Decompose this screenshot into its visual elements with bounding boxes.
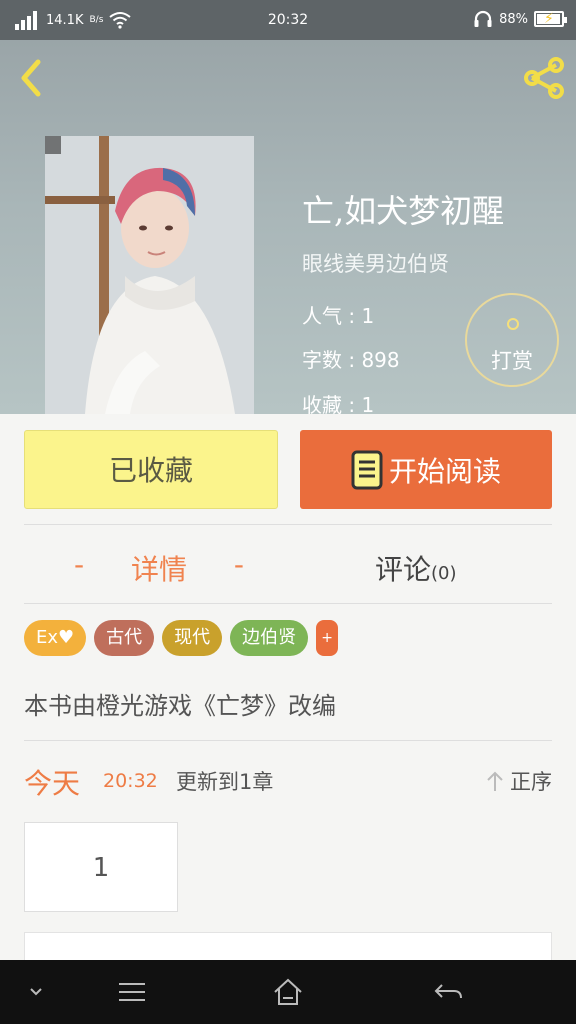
tab-comments-label: 评论 xyxy=(375,553,432,586)
start-reading-label: 开始阅读 xyxy=(388,454,501,488)
divider xyxy=(24,524,552,525)
comments-count: (0) xyxy=(431,563,457,584)
arrow-up-icon xyxy=(487,771,503,791)
divider xyxy=(24,740,552,741)
tag-item[interactable]: 古代 xyxy=(94,620,155,656)
book-description: 本书由橙光游戏《亡梦》改编 xyxy=(24,692,336,720)
divider xyxy=(24,603,552,604)
book-author[interactable]: 眼线美男边伯贤 xyxy=(302,248,449,278)
chapter-item[interactable]: 1 xyxy=(24,822,178,912)
popularity-stat: 人气 : 1 xyxy=(302,304,375,328)
menu-icon xyxy=(119,983,145,1001)
tag-item[interactable]: 现代 xyxy=(162,620,223,656)
tab-dash-left: - xyxy=(74,548,85,581)
nav-collapse-button[interactable] xyxy=(16,976,56,1008)
sort-order-button[interactable]: 正序 xyxy=(486,766,552,796)
back-button[interactable] xyxy=(12,56,52,100)
update-time: 20:32 xyxy=(103,770,158,792)
book-header: 亡,如犬梦初醒 眼线美男边伯贤 人气 : 1 字数 : 898 收藏 : 1 打… xyxy=(0,40,576,414)
chevron-left-icon xyxy=(21,59,41,97)
add-tag-button[interactable]: + xyxy=(316,620,339,656)
nav-home-button[interactable] xyxy=(268,976,308,1008)
coin-icon xyxy=(507,318,519,330)
nav-menu-button[interactable] xyxy=(112,976,152,1008)
book-cover-image[interactable] xyxy=(45,136,254,414)
update-day: 今天 xyxy=(24,767,81,800)
word-count-stat: 字数 : 898 xyxy=(302,348,400,372)
home-icon xyxy=(274,978,302,1005)
headphones-icon xyxy=(474,10,492,27)
tag-item[interactable]: Ex♥ xyxy=(24,620,87,656)
tip-button-label: 打赏 xyxy=(491,349,533,373)
tag-list: Ex♥ 古代 现代 边伯贤 + xyxy=(24,620,339,656)
tab-dash-right: - xyxy=(233,548,244,581)
book-icon xyxy=(351,450,383,489)
book-title: 亡,如犬梦初醒 xyxy=(302,192,505,230)
share-button[interactable] xyxy=(520,54,568,102)
tab-comments[interactable]: 评论(0) xyxy=(375,548,457,588)
update-text: 更新到1章 xyxy=(176,770,274,794)
status-bar: 14.1K B/s 20:32 88% ⚡ xyxy=(0,0,576,40)
tag-item[interactable]: 边伯贤 xyxy=(230,620,309,656)
nav-back-button[interactable] xyxy=(428,976,468,1008)
favorites-stat: 收藏 : 1 xyxy=(302,393,375,414)
sort-order-label: 正序 xyxy=(510,770,552,794)
back-arrow-icon xyxy=(434,984,462,999)
share-icon xyxy=(524,57,564,99)
cover-photo-illustration xyxy=(45,136,254,414)
battery-charging-icon: ⚡ xyxy=(534,11,567,27)
tab-details[interactable]: - 详情 - xyxy=(74,548,244,588)
chevron-down-icon xyxy=(30,988,42,996)
tab-details-label: 详情 xyxy=(130,553,187,586)
favorited-button[interactable]: 已收藏 xyxy=(24,430,278,509)
start-reading-button[interactable]: 开始阅读 xyxy=(300,430,552,509)
system-nav-bar xyxy=(0,960,576,1024)
battery-percent: 88% xyxy=(499,11,528,27)
tip-button[interactable]: 打赏 xyxy=(465,293,559,387)
